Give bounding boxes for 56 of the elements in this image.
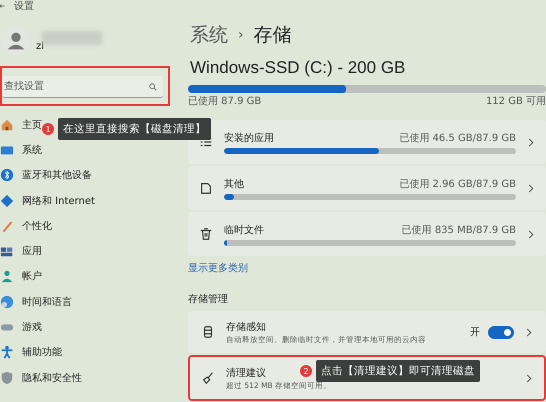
chevron-icon xyxy=(528,184,534,192)
search-icon xyxy=(149,83,157,91)
chevron-icon xyxy=(526,328,532,336)
storage-category-card[interactable]: 临时文件 已使用 835 MB/87.9 GB xyxy=(188,212,546,256)
trash-icon xyxy=(199,227,213,241)
search-field[interactable]: 查找设置 xyxy=(2,76,163,98)
usage-reading: 已使用 2.96 GB/87.9 GB xyxy=(399,178,516,190)
breadcrumb-separator: › xyxy=(238,27,244,43)
chevron-icon xyxy=(528,230,534,238)
broom-icon xyxy=(201,371,215,385)
nav-item[interactable]: 网络和 Internet xyxy=(0,188,95,214)
category-label: 其他 xyxy=(224,178,244,190)
usage-reading: 已使用 835 MB/87.9 GB xyxy=(402,224,516,236)
show-more-link[interactable]: 显示更多类别 xyxy=(188,261,248,275)
annotation-tooltip: 在这里直接搜索【磁盘清理】 xyxy=(58,118,211,140)
storage-category-card[interactable]: 其他 已使用 2.96 GB/87.9 GB xyxy=(188,166,546,210)
nav-item[interactable]: 隐私和安全性 xyxy=(0,364,82,390)
nav-item[interactable]: 帐户 xyxy=(0,264,42,290)
nav-item[interactable]: 时间和语言 xyxy=(0,289,72,314)
breadcrumb-parent[interactable]: 系统 xyxy=(190,22,228,48)
nav-item[interactable]: 主页 xyxy=(0,112,42,138)
bluetooth-icon xyxy=(0,168,14,182)
step-number-badge: 1 xyxy=(42,123,54,135)
setting-title: 存储感知 xyxy=(226,320,266,334)
nav-item[interactable]: 应用 xyxy=(0,238,42,264)
back-arrow-icon[interactable] xyxy=(0,2,6,10)
category-label: 临时文件 xyxy=(224,224,264,236)
network-icon xyxy=(0,194,14,208)
blurred-name xyxy=(42,31,102,45)
toggle-label: 开 xyxy=(470,326,480,339)
usage-reading: 已使用 46.5 GB/87.9 GB xyxy=(399,132,516,144)
nav-item[interactable]: 游戏 xyxy=(0,314,42,340)
setting-title: 清理建议 xyxy=(226,366,266,380)
window-title: 设置 xyxy=(14,0,34,13)
page-title: 存储 xyxy=(254,23,292,48)
nav-item[interactable]: 个性化 xyxy=(0,213,52,238)
user-name: zl xyxy=(36,40,44,52)
chevron-icon xyxy=(526,374,532,382)
brush-icon xyxy=(0,218,14,233)
person-icon xyxy=(0,269,14,284)
free-space-label: 112 GB 可用 xyxy=(486,95,546,108)
file-icon xyxy=(199,181,213,195)
accessibility-icon xyxy=(0,345,14,360)
drive-title: Windows-SSD (C:) - 200 GB xyxy=(189,58,406,79)
chevron-icon xyxy=(528,138,534,146)
toggle-switch[interactable] xyxy=(488,326,514,338)
drive-icon xyxy=(201,325,215,339)
section-heading: 存储管理 xyxy=(188,292,229,306)
nav-item[interactable]: 蓝牙和其他设备 xyxy=(0,162,92,188)
category-label: 安装的应用 xyxy=(224,132,274,144)
nav-item[interactable]: 辅助功能 xyxy=(0,340,62,365)
used-space-label: 已使用 87.9 GB xyxy=(188,95,262,108)
nav-item[interactable]: 系统 xyxy=(0,137,42,163)
annotation-tooltip: 点击【清理建议】即可清理磁盘 xyxy=(316,360,480,382)
house-icon xyxy=(0,118,14,132)
shield-icon xyxy=(0,370,14,385)
